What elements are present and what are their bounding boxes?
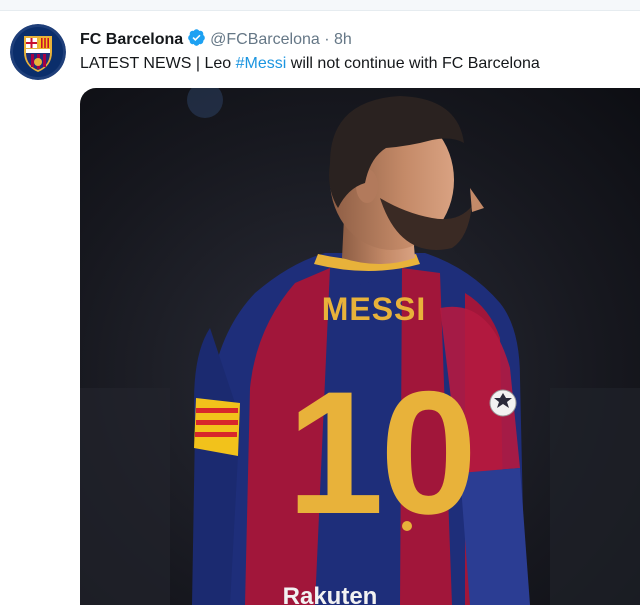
verified-badge-icon [187, 28, 206, 53]
tweet-text-end: will not continue with FC Barcelona [286, 55, 540, 72]
fc-barcelona-crest-icon[interactable] [10, 24, 66, 80]
tweet-header: FC Barcelona @FCBarcelona · 8h [80, 28, 352, 53]
tweet-photo[interactable]: MESSI 10 Rakuten [80, 88, 640, 605]
tweet-text-start: LATEST NEWS | Leo [80, 55, 236, 72]
display-name[interactable]: FC Barcelona [80, 31, 183, 48]
jersey-number: 10 [287, 356, 474, 551]
handle[interactable]: @FCBarcelona [210, 31, 320, 48]
separator-dot: · [324, 31, 330, 48]
hashtag-link[interactable]: #Messi [236, 55, 287, 72]
tweet[interactable]: FC Barcelona @FCBarcelona · 8h LATEST NEW… [0, 10, 640, 605]
sponsor-logo-text: Rakuten [283, 583, 378, 605]
jersey-name: MESSI [322, 291, 427, 327]
tweet-text: LATEST NEWS | Leo #Messi will not contin… [80, 54, 540, 74]
timestamp[interactable]: 8h [334, 31, 352, 48]
